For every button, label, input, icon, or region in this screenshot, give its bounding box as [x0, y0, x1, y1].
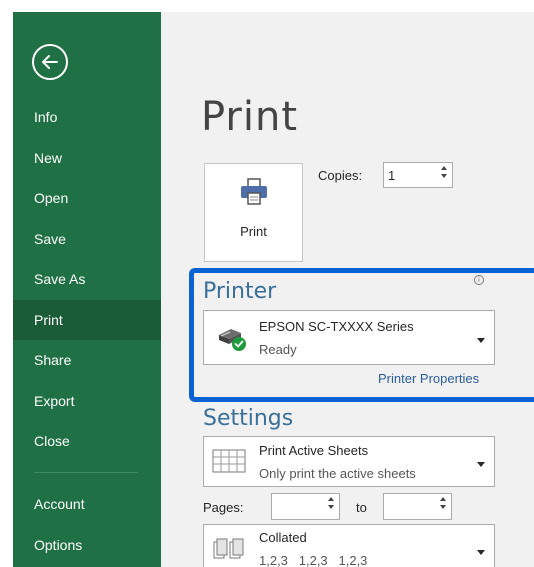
printer-status: Ready [259, 342, 297, 357]
sidebar-item-label: Save [34, 231, 66, 247]
app-frame: Info New Open Save Save As Print Share E… [13, 12, 534, 567]
arrow-left-icon [42, 55, 58, 69]
sidebar-item-print[interactable]: Print [13, 300, 161, 340]
sidebar-item-label: Print [34, 312, 63, 328]
copies-value: 1 [388, 168, 396, 183]
printer-dropdown[interactable]: EPSON SC-TXXXX Series Ready [203, 310, 495, 365]
sidebar-item-save[interactable]: Save [13, 219, 161, 259]
pages-to-spinner[interactable] [440, 497, 446, 509]
print-scope-dropdown[interactable]: Print Active Sheets Only print the activ… [203, 436, 495, 487]
sidebar-item-export[interactable]: Export [13, 381, 161, 421]
increment-icon[interactable] [441, 166, 447, 170]
copies-label: Copies: [318, 168, 363, 183]
sidebar-item-share[interactable]: Share [13, 340, 161, 380]
print-button-label: Print [240, 224, 267, 239]
sidebar-item-label: Info [34, 109, 58, 125]
decrement-icon[interactable] [441, 174, 447, 178]
printer-section-title: Printer [203, 279, 277, 304]
sidebar-item-label: Open [34, 190, 69, 206]
info-icon[interactable]: i [474, 275, 484, 285]
collated-pages-icon [213, 538, 244, 559]
sheet-grid-icon [212, 449, 246, 473]
increment-icon[interactable] [440, 497, 446, 501]
print-scope-subtitle: Only print the active sheets [259, 466, 416, 481]
chevron-down-icon [477, 337, 485, 343]
backstage-sidebar: Info New Open Save Save As Print Share E… [13, 12, 161, 567]
printer-name: EPSON SC-TXXXX Series [259, 319, 414, 334]
sidebar-item-save-as[interactable]: Save As [13, 259, 161, 299]
collation-title: Collated [259, 530, 307, 545]
back-button[interactable] [32, 44, 68, 80]
pages-from-spinner[interactable] [328, 497, 334, 509]
copies-spinner[interactable] [441, 166, 447, 178]
sidebar-item-options[interactable]: Options [13, 525, 161, 565]
chevron-down-icon [477, 549, 485, 555]
printer-icon [240, 178, 267, 205]
print-pane: Print Print Copies: 1 Printer i EPSON SC… [161, 12, 534, 567]
decrement-icon[interactable] [328, 505, 334, 509]
chevron-down-icon [477, 461, 485, 467]
pages-label: Pages: [203, 500, 244, 515]
sidebar-item-label: Close [34, 433, 70, 449]
collation-dropdown[interactable]: Collated 1,2,3 1,2,3 1,2,3 [203, 524, 495, 567]
print-button[interactable]: Print [204, 163, 303, 262]
page-title: Print [201, 94, 299, 140]
settings-section-title: Settings [203, 406, 294, 431]
sidebar-item-label: Share [34, 352, 72, 368]
sidebar-item-label: Account [34, 496, 85, 512]
increment-icon[interactable] [328, 497, 334, 501]
printer-ready-icon [219, 329, 246, 351]
sidebar-item-close[interactable]: Close [13, 421, 161, 461]
sidebar-item-label: Options [34, 537, 83, 553]
sidebar-divider [34, 472, 138, 473]
sidebar-item-info[interactable]: Info [13, 97, 161, 137]
pages-to-stepper[interactable] [383, 493, 452, 520]
sidebar-item-open[interactable]: Open [13, 178, 161, 218]
sidebar-item-label: Export [34, 393, 75, 409]
print-scope-title: Print Active Sheets [259, 443, 369, 458]
printer-properties-link[interactable]: Printer Properties [378, 371, 479, 386]
sidebar-item-label: Save As [34, 271, 86, 287]
pages-from-stepper[interactable] [271, 493, 340, 520]
pages-to-label: to [356, 500, 367, 515]
collation-subtitle: 1,2,3 1,2,3 1,2,3 [259, 553, 368, 567]
copies-stepper[interactable]: 1 [383, 162, 453, 188]
sidebar-item-new[interactable]: New [13, 138, 161, 178]
decrement-icon[interactable] [440, 505, 446, 509]
sidebar-item-label: New [34, 150, 63, 166]
sidebar-item-account[interactable]: Account [13, 484, 161, 524]
